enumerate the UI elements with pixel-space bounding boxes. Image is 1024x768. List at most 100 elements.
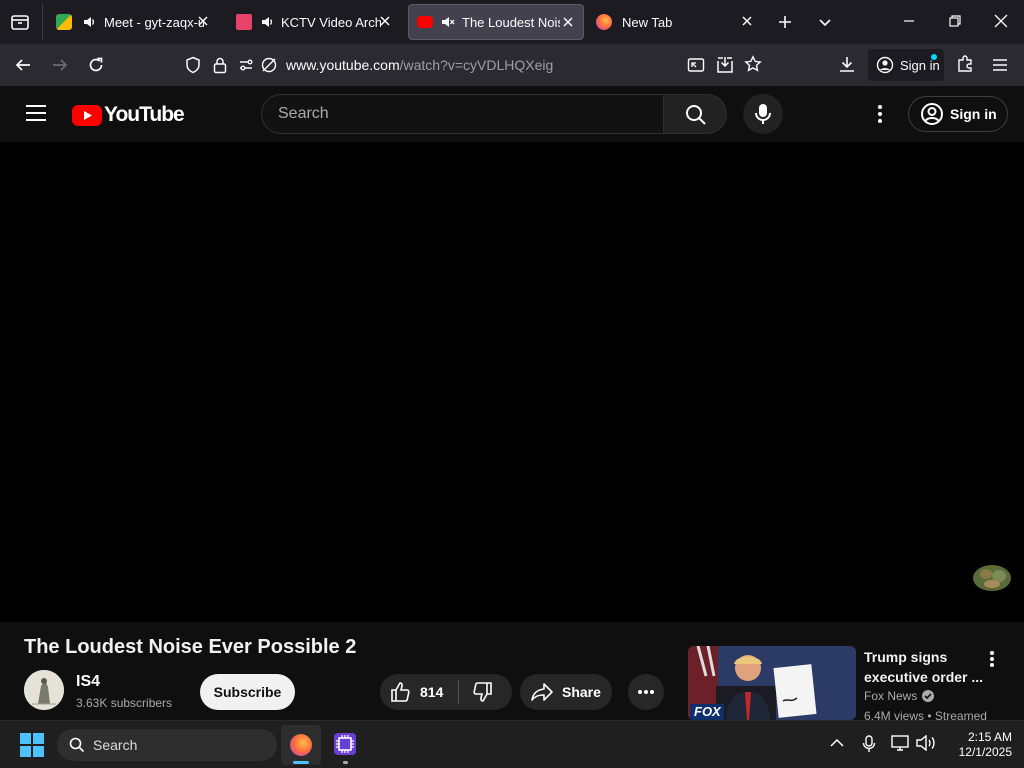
channel-watermark[interactable] <box>972 560 1012 594</box>
more-options-icon[interactable] <box>876 104 884 124</box>
subscribe-button[interactable]: Subscribe <box>200 674 295 710</box>
lock-icon[interactable] <box>212 56 228 74</box>
youtube-signin-button[interactable]: Sign in <box>908 96 1008 132</box>
back-icon[interactable] <box>14 56 32 74</box>
tab-title: The Loudest Noise <box>462 14 560 30</box>
camera-blocked-icon[interactable] <box>260 56 278 74</box>
close-window-icon[interactable] <box>994 14 1008 28</box>
like-count: 814 <box>420 684 444 700</box>
more-horizontal-icon <box>638 690 654 694</box>
speaker-icon[interactable] <box>82 15 96 29</box>
search-icon <box>69 737 85 753</box>
like-dislike-group: 814 <box>380 674 512 710</box>
video-title: The Loudest Noise Ever Possible 2 <box>24 636 357 658</box>
picture-in-picture-icon[interactable] <box>687 56 705 74</box>
close-tab-icon[interactable] <box>740 14 754 28</box>
recommended-video-thumbnail[interactable]: FOX <box>688 646 856 720</box>
bookmark-star-icon[interactable] <box>744 55 762 73</box>
taskbar-clock[interactable]: 2:15 AM 12/1/2025 <box>940 730 1012 760</box>
tab-youtube[interactable]: The Loudest Noise <box>408 4 584 40</box>
taskbar-search[interactable]: Search <box>57 729 277 761</box>
youtube-logo-icon <box>72 104 102 126</box>
close-tab-icon[interactable] <box>378 14 392 28</box>
close-tab-icon[interactable] <box>561 15 575 29</box>
channel-avatar[interactable] <box>24 670 64 710</box>
youtube-icon <box>417 16 433 28</box>
shield-icon[interactable] <box>184 56 202 74</box>
chevron-up-icon[interactable] <box>830 738 844 748</box>
tab-title: KCTV Video Archive <box>281 14 381 30</box>
extensions-icon[interactable] <box>956 55 974 73</box>
recommended-channel[interactable]: Fox News <box>864 689 935 703</box>
like-button[interactable]: 814 <box>380 674 458 710</box>
account-icon <box>876 56 894 74</box>
firefox-icon <box>596 14 612 30</box>
address-bar[interactable]: www.youtube.com/watch?v=cyVDLHQXeig <box>176 50 776 80</box>
share-label: Share <box>562 684 601 700</box>
downloads-icon[interactable] <box>838 55 856 73</box>
microphone-icon <box>755 104 771 124</box>
tab-new[interactable]: New Tab <box>590 4 762 40</box>
browser-nav-bar: www.youtube.com/watch?v=cyVDLHQXeig Sign… <box>0 44 1024 86</box>
tab-title: New Tab <box>622 14 673 30</box>
search-input[interactable]: Search <box>261 94 663 134</box>
permissions-icon[interactable] <box>238 57 254 73</box>
subscriber-count: 3.63K subscribers <box>76 696 173 710</box>
windows-taskbar: Search 2:15 AM 12/1/2025 <box>0 720 1024 768</box>
muted-speaker-icon[interactable] <box>441 15 455 29</box>
close-tab-icon[interactable] <box>196 14 210 28</box>
tab-kctv[interactable]: KCTV Video Archive <box>228 4 400 40</box>
windows-start-icon[interactable] <box>20 733 44 757</box>
recommended-channel-name: Fox News <box>864 689 918 703</box>
search-button[interactable] <box>663 94 727 134</box>
thumbs-down-icon <box>473 682 492 702</box>
menu-icon[interactable] <box>991 56 1009 74</box>
save-to-pocket-icon[interactable] <box>715 55 735 75</box>
recommended-video-title[interactable]: Trump signs executive order ... <box>864 647 984 687</box>
url-text: www.youtube.com/watch?v=cyVDLHQXeig <box>286 57 554 73</box>
recommended-more-icon[interactable] <box>988 650 996 668</box>
volume-icon[interactable] <box>916 735 936 751</box>
tab-list-icon[interactable] <box>10 13 30 31</box>
network-icon[interactable] <box>891 735 909 751</box>
notification-dot <box>931 54 937 60</box>
youtube-logo[interactable]: YouTube <box>72 103 185 127</box>
speaker-icon[interactable] <box>260 15 274 29</box>
reload-icon[interactable] <box>87 56 105 74</box>
thumbs-up-icon <box>391 682 410 702</box>
running-indicator <box>343 761 348 764</box>
new-tab-icon[interactable] <box>777 14 793 30</box>
microphone-tray-icon[interactable] <box>862 735 876 753</box>
firefox-icon <box>290 734 312 756</box>
active-indicator <box>293 761 309 764</box>
share-button[interactable]: Share <box>520 674 612 710</box>
taskbar-search-label: Search <box>93 737 138 753</box>
taskbar-app-icon[interactable] <box>333 732 357 764</box>
youtube-header: YouTube Search Sign in <box>0 86 1024 142</box>
dislike-button[interactable] <box>459 674 493 710</box>
minimize-icon[interactable] <box>902 14 916 28</box>
video-player[interactable] <box>0 142 1024 622</box>
hamburger-menu-icon[interactable] <box>26 104 46 122</box>
browser-tab-strip: Meet - gyt-zaqx-ufb KCTV Video Archive T… <box>0 0 1024 44</box>
taskbar-firefox[interactable] <box>281 725 321 765</box>
clock-date: 12/1/2025 <box>958 745 1012 759</box>
restore-icon[interactable] <box>948 14 962 28</box>
share-icon <box>531 683 553 701</box>
fox-badge: FOX <box>694 704 721 719</box>
forward-icon[interactable] <box>51 56 69 74</box>
signin-label: Sign in <box>950 106 997 122</box>
account-circle-icon <box>920 102 944 126</box>
more-actions-button[interactable] <box>628 674 664 710</box>
channel-name[interactable]: IS4 <box>76 673 100 691</box>
voice-search-button[interactable] <box>743 94 783 134</box>
verified-badge-icon <box>922 690 935 702</box>
search-icon <box>686 105 706 125</box>
tab-meet[interactable]: Meet - gyt-zaqx-ufb <box>48 4 218 40</box>
youtube-logo-text: YouTube <box>104 103 185 126</box>
chevron-down-icon[interactable] <box>817 14 833 30</box>
tab-title: Meet - gyt-zaqx-ufb <box>104 14 204 30</box>
clock-time: 2:15 AM <box>967 730 1012 744</box>
account-signin-button[interactable]: Sign in <box>868 49 944 81</box>
kctv-icon <box>236 14 252 30</box>
